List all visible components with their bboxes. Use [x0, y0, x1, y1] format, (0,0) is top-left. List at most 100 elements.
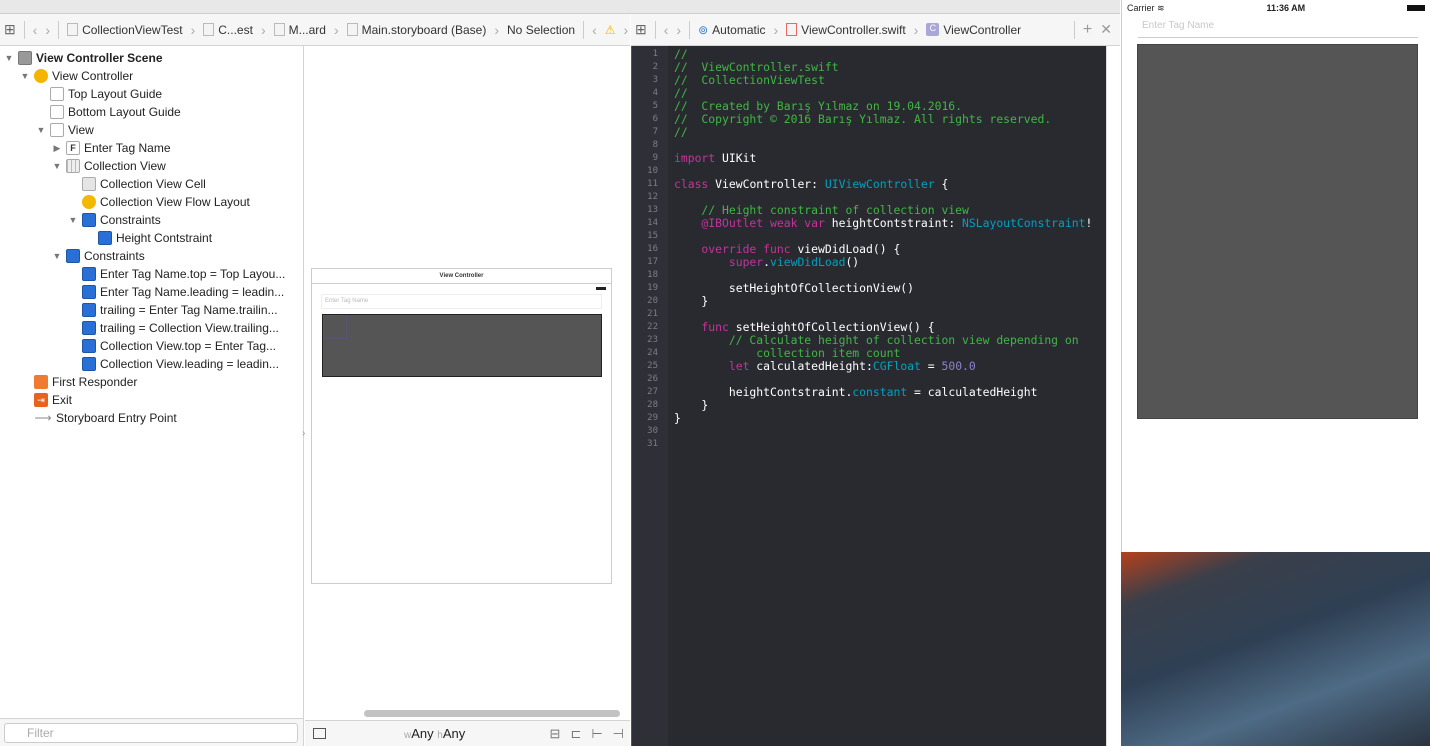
outline-item[interactable]: Collection View.top = Enter Tag... — [68, 337, 276, 355]
tag-name-field[interactable]: Enter Tag Name — [1138, 18, 1418, 38]
outline-label: trailing = Collection View.trailing... — [100, 321, 279, 335]
code-token: } — [674, 411, 681, 425]
outline-item[interactable]: Collection View Flow Layout — [68, 193, 250, 211]
resolve-icon[interactable]: ⊣ — [613, 726, 624, 742]
line-number: 10 — [647, 166, 658, 176]
outline-label: Exit — [52, 393, 73, 407]
disclosure-open-icon[interactable]: ▼ — [68, 215, 78, 225]
line-number: 29 — [647, 413, 658, 423]
outline-item[interactable]: First Responder — [20, 373, 137, 391]
outline-item[interactable]: ⟶ Storyboard Entry Point — [20, 409, 176, 427]
line-number: 25 — [647, 361, 658, 371]
assistant-jump-bar: ⊞ ‹ › ⊚ Automatic › ViewController.swift › … — [631, 14, 1120, 46]
w-value: Any — [411, 726, 434, 741]
disclosure-closed-icon[interactable]: ▶ — [52, 143, 62, 154]
crumb-automatic[interactable]: ⊚ Automatic — [698, 23, 765, 37]
outline-item[interactable]: Bottom Layout Guide — [36, 103, 181, 121]
outline-item[interactable]: trailing = Collection View.trailing... — [68, 319, 279, 337]
code-token: = — [920, 359, 942, 373]
outline-label: Top Layout Guide — [68, 87, 163, 101]
forward-button[interactable]: › — [45, 22, 50, 38]
outline-item[interactable]: ▶ F Enter Tag Name — [52, 139, 171, 157]
outline-item[interactable]: Height Contstraint — [84, 229, 212, 247]
crumb-storyboard-base[interactable]: Main.storyboard (Base) — [346, 23, 486, 37]
disclosure-open-icon[interactable]: ▼ — [36, 125, 46, 135]
scene-collection-view[interactable] — [322, 314, 602, 377]
crumb-class[interactable]: C ViewController — [926, 23, 1021, 37]
view-controller-scene[interactable]: View Controller Enter Tag Name — [311, 268, 612, 584]
back-button[interactable]: ‹ — [33, 22, 38, 38]
outline-item[interactable]: ▼ Constraints — [52, 247, 145, 265]
code-token: // CollectionViewTest — [674, 73, 825, 87]
related-items-icon[interactable]: ⊞ — [635, 21, 647, 38]
filter-placeholder: Filter — [27, 726, 54, 740]
cons-icon — [82, 303, 96, 317]
filter-input[interactable]: Filter — [4, 723, 298, 743]
pin-icon[interactable]: ⊢ — [591, 726, 602, 742]
line-number: 24 — [647, 348, 658, 358]
class-icon: C — [926, 23, 940, 36]
line-number: 8 — [652, 140, 658, 150]
outline-item[interactable]: Collection View Cell — [68, 175, 206, 193]
disclosure-open-icon[interactable]: ▼ — [52, 161, 62, 171]
outline-label: Collection View — [84, 159, 166, 173]
editor-scrollbar[interactable] — [1106, 46, 1120, 746]
outline-item[interactable]: Enter Tag Name.top = Top Layou... — [68, 265, 285, 283]
crumb-file[interactable]: ViewController.swift — [786, 23, 906, 37]
outline-label: Enter Tag Name.top = Top Layou... — [100, 267, 286, 281]
crumb-selection[interactable]: No Selection — [507, 23, 575, 37]
line-number: 21 — [647, 309, 658, 319]
code-token: { — [934, 177, 949, 191]
outline-item[interactable]: trailing = Enter Tag Name.trailin... — [68, 301, 278, 319]
horizontal-scrollbar[interactable] — [364, 710, 620, 717]
code-token: // ViewController.swift — [674, 60, 839, 74]
forward-button[interactable]: › — [676, 22, 681, 38]
crumb-project[interactable]: CollectionViewTest — [67, 23, 183, 37]
simulator-screen[interactable]: Carrier ≋ 11:36 AM Enter Tag Name — [1121, 0, 1430, 552]
warning-icon[interactable]: ⚠ — [605, 23, 616, 37]
outline-label: Enter Tag Name — [84, 141, 171, 155]
outline-item[interactable]: Collection View.leading = leadin... — [68, 355, 279, 373]
align-icon[interactable]: ⊏ — [570, 726, 581, 742]
h-value: Any — [442, 726, 466, 741]
code-token: UIKit — [715, 151, 757, 165]
back-button[interactable]: ‹ — [664, 22, 669, 38]
filter-bar: Filter — [0, 718, 304, 746]
size-class-control[interactable]: wAny hAny — [404, 726, 465, 741]
line-number: 28 — [647, 400, 658, 410]
stack-icon[interactable]: ⊟ — [550, 726, 561, 742]
scene-textfield[interactable]: Enter Tag Name — [321, 294, 602, 309]
outline-item[interactable]: ▼ View Controller — [20, 67, 133, 85]
crumb-storyboard[interactable]: M...ard — [273, 23, 326, 37]
outline-item[interactable]: ⇥ Exit — [20, 391, 72, 409]
disclosure-open-icon[interactable]: ▼ — [4, 53, 14, 63]
outline-item[interactable]: ▼ View — [36, 121, 94, 139]
close-icon[interactable]: ✕ — [1100, 21, 1112, 38]
outline-item[interactable]: Enter Tag Name.leading = leadin... — [68, 283, 284, 301]
status-bar: Carrier ≋ 11:36 AM — [1122, 0, 1430, 16]
collection-cell[interactable] — [323, 315, 347, 339]
collection-view[interactable] — [1137, 44, 1418, 419]
prev-issue-button[interactable]: ‹ — [592, 22, 597, 38]
crumb-group[interactable]: C...est — [203, 23, 253, 37]
outline-item[interactable]: ▼ Collection View — [52, 157, 166, 175]
swift-file-icon — [786, 23, 798, 36]
collapse-handle-icon[interactable]: › — [302, 428, 305, 439]
outline-item[interactable]: Top Layout Guide — [36, 85, 162, 103]
outline-label: Height Contstraint — [116, 231, 213, 245]
related-items-icon[interactable]: ⊞ — [4, 21, 16, 38]
disclosure-open-icon[interactable]: ▼ — [52, 251, 62, 261]
code-token: heightContstraint. — [674, 385, 853, 399]
outline-item[interactable]: ▼ Constraints — [68, 211, 161, 229]
code-token: // Calculate height of collection view d… — [674, 333, 1079, 347]
code-editor[interactable]: 1 // 2 // ViewController.swift 3 // Collectio… — [631, 46, 1106, 746]
scene-icon — [18, 51, 32, 65]
outline-item[interactable]: ▼ View Controller Scene — [4, 49, 163, 67]
next-issue-button[interactable]: › — [624, 22, 629, 38]
add-editor-icon[interactable]: + — [1083, 21, 1092, 39]
line-number: 3 — [652, 75, 658, 85]
line-number: 12 — [647, 192, 658, 202]
line-number: 22 — [647, 322, 658, 332]
toggle-outline-icon[interactable] — [313, 728, 326, 739]
disclosure-open-icon[interactable]: ▼ — [20, 71, 30, 81]
